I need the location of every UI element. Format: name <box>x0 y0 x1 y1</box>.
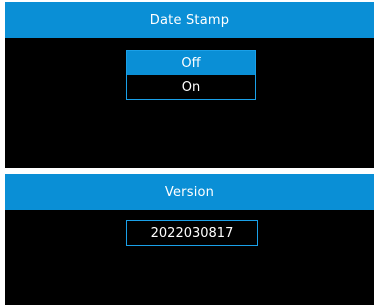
date-stamp-screen: Date Stamp Off On <box>5 2 374 168</box>
option-off[interactable]: Off <box>127 51 255 75</box>
version-title: Version <box>5 174 374 210</box>
option-on[interactable]: On <box>127 75 255 99</box>
date-stamp-title: Date Stamp <box>5 2 374 38</box>
version-screen: Version 2022030817 <box>5 174 374 305</box>
version-value: 2022030817 <box>126 220 258 246</box>
date-stamp-options-menu: Off On <box>126 50 256 100</box>
